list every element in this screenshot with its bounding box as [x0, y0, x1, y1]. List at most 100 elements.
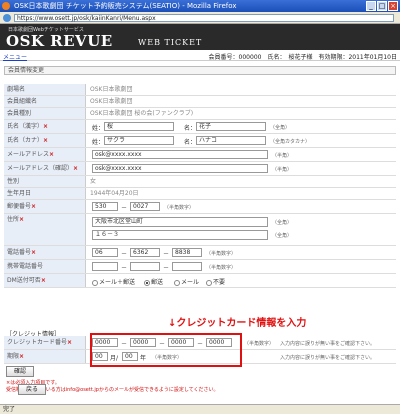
address2-note: （全角）	[272, 233, 293, 239]
dm-option-label: メール＋郵送	[99, 279, 136, 286]
mobile2-input[interactable]	[130, 262, 160, 271]
name-label-text: 氏名（漢字）	[7, 123, 44, 130]
minimize-button[interactable]: _	[366, 1, 376, 11]
kana-last-input[interactable]: サクラ	[104, 136, 174, 145]
site-banner: 日本歌劇団Webチケットサービス OSK REVUE WEB TICKET	[0, 24, 400, 50]
org-value: OSK日本歌劇団	[90, 98, 133, 105]
name-first-input[interactable]: 花子	[196, 122, 266, 131]
row-address: 住所× 大阪市北区堂山町 （全角） １６－３ （全角）	[4, 214, 396, 246]
row-birth: 生年月日 1944年04月20日	[4, 188, 396, 200]
type-value: OSK日本歌劇団 桜の会(ファンクラブ)	[90, 110, 194, 117]
menu-link[interactable]: メニュー	[3, 52, 27, 61]
close-button[interactable]: ×	[388, 1, 398, 11]
required-mark: ×	[73, 165, 79, 172]
logo-suffix: WEB TICKET	[138, 38, 203, 47]
credit-highlight-box	[90, 333, 242, 367]
mobile-label: 携帯電話番号	[4, 260, 86, 273]
card-label-text: クレジットカード番号	[7, 339, 68, 346]
name-note: （全角）	[270, 125, 291, 131]
zip1-input[interactable]: 530	[92, 202, 118, 211]
dm-option-mail-post[interactable]: メール＋郵送	[92, 277, 135, 286]
radio-icon	[206, 279, 212, 286]
zip-label-text: 郵便番号	[7, 203, 32, 210]
credit-annotation: ↓クレジットカード情報を入力	[168, 318, 307, 329]
phone-label-text: 電話番号	[7, 249, 32, 256]
site-logo: OSK REVUE	[6, 32, 113, 50]
email-confirm-input[interactable]: osk@xxxx.xxxx	[92, 164, 268, 173]
phone-separator: －	[163, 251, 170, 258]
required-mark: ×	[43, 123, 49, 130]
mobile-separator: －	[121, 265, 128, 272]
required-mark: ×	[49, 151, 55, 158]
radio-icon	[92, 279, 98, 286]
email-note: （半角）	[272, 153, 293, 159]
row-email-confirm: メールアドレス（確認）× osk@xxxx.xxxx （半角）	[4, 162, 396, 176]
name-label: 氏名（漢字）×	[4, 120, 86, 133]
address2-input[interactable]: １６－３	[92, 230, 268, 240]
expiry-hint: 入力内容に誤りが無い事をご確認下さい。	[280, 355, 376, 361]
phone2-input[interactable]: 6362	[130, 248, 160, 257]
mobile3-input[interactable]	[172, 262, 202, 271]
section-title: 会員情報変更	[4, 66, 396, 75]
expiry-label-text: 期限	[7, 353, 20, 360]
address-bar: https://www.osett.jp/osk/kaiinKanri/Menu…	[0, 12, 400, 24]
required-mark: ×	[43, 137, 49, 144]
theater-label: 劇場名	[4, 84, 86, 95]
phone3-input[interactable]: 8838	[172, 248, 202, 257]
dm-option-none[interactable]: 不要	[206, 277, 225, 286]
row-phone: 電話番号× 06 － 6362 － 8838 （半角数字）	[4, 246, 396, 260]
row-theater: 劇場名 OSK日本歌劇団	[4, 84, 396, 96]
firefox-icon	[2, 2, 10, 10]
dm-option-mail[interactable]: メール	[174, 277, 199, 286]
dm-option-label: 郵送	[151, 279, 164, 286]
theater-value: OSK日本歌劇団	[90, 86, 133, 93]
dm-option-post[interactable]: 郵送	[144, 277, 163, 286]
phone1-input[interactable]: 06	[92, 248, 118, 257]
name-last-input[interactable]: 桜	[104, 122, 174, 131]
zip2-input[interactable]: 0027	[130, 202, 160, 211]
confirm-button[interactable]: 確認	[6, 366, 34, 377]
required-mark: ×	[19, 353, 25, 360]
gender-value: 女	[90, 178, 97, 185]
mobile1-input[interactable]	[92, 262, 118, 271]
mobile-note: （半角数字）	[206, 265, 237, 271]
phone-separator: －	[121, 251, 128, 258]
kana-note: （全角カタカナ）	[270, 139, 311, 145]
email-label-text: メールアドレス	[7, 151, 50, 158]
email-confirm-note: （半角）	[272, 167, 293, 173]
address1-note: （全角）	[272, 220, 293, 226]
row-gender: 性別 女	[4, 176, 396, 188]
email-input[interactable]: osk@xxxx.xxxx	[92, 150, 268, 159]
row-zip: 郵便番号× 530 － 0027 （半角数字）	[4, 200, 396, 214]
dm-option-label: メール	[181, 279, 200, 286]
name-first-prefix: 名：	[184, 125, 197, 132]
zip-note: （半角数字）	[164, 205, 195, 211]
dm-label: DM送付可否×	[4, 274, 86, 287]
maximize-button[interactable]: □	[377, 1, 387, 11]
phone-note: （半角数字）	[206, 251, 237, 257]
gender-label: 性別	[4, 176, 86, 187]
birth-value: 1944年04月20日	[90, 190, 139, 197]
mobile-separator: －	[163, 265, 170, 272]
phone-label: 電話番号×	[4, 246, 86, 259]
window-title: OSK日本歌劇団 チケット予約販売システム(SEATIO) - Mozilla …	[14, 2, 237, 10]
window-titlebar: OSK日本歌劇団 チケット予約販売システム(SEATIO) - Mozilla …	[0, 0, 400, 12]
kana-label-text: 氏名（カナ）	[7, 137, 44, 144]
url-input[interactable]: https://www.osett.jp/osk/kaiinKanri/Menu…	[14, 14, 394, 22]
row-mobile: 携帯電話番号 － － （半角数字）	[4, 260, 396, 274]
back-button[interactable]: 戻る	[18, 384, 46, 395]
kana-first-input[interactable]: ハナコ	[196, 136, 266, 145]
address-label: 住所×	[4, 214, 86, 245]
email-confirm-label: メールアドレス（確認）×	[4, 162, 86, 175]
type-label: 会員種別	[4, 108, 86, 119]
email-confirm-label-text: メールアドレス（確認）	[7, 165, 74, 172]
address1-input[interactable]: 大阪市北区堂山町	[92, 217, 268, 227]
status-bar: 完了	[0, 404, 400, 414]
required-mark: ×	[67, 339, 73, 346]
site-icon	[3, 14, 11, 22]
zip-separator: －	[121, 205, 128, 212]
birth-label: 生年月日	[4, 188, 86, 199]
address-label-text: 住所	[7, 216, 20, 223]
name-last-prefix: 姓：	[92, 125, 105, 132]
row-name: 氏名（漢字）× 姓： 桜 名： 花子 （全角）	[4, 120, 396, 134]
